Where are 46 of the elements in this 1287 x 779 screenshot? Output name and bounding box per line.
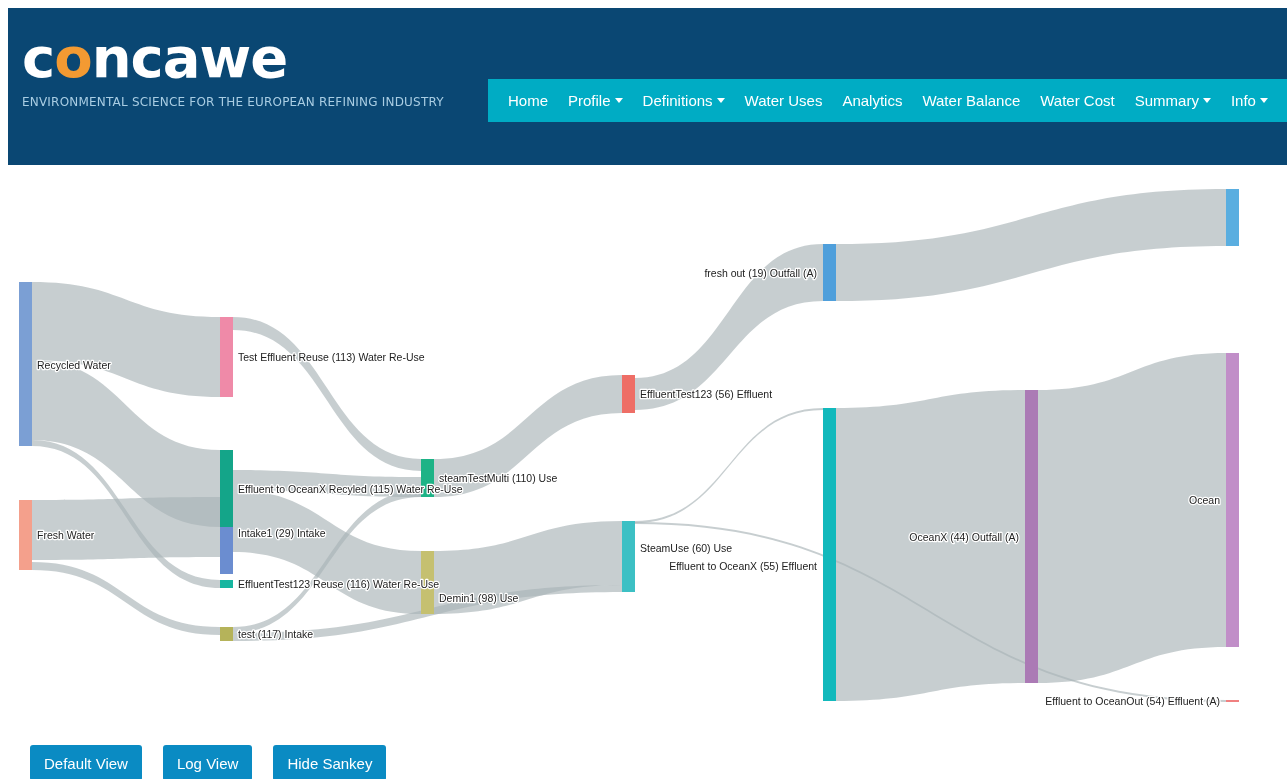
nav-link[interactable]: Analytics [832,92,913,109]
view-button[interactable]: Hide Sankey [273,745,387,779]
node-label: Intake1 (29) Intake [238,527,326,539]
nav-link[interactable]: Profile [558,92,633,109]
node-bar[interactable] [19,500,32,570]
node-label: OceanX (44) Outfall (A) [909,531,1019,543]
node-bar[interactable] [19,282,32,446]
node-bar[interactable] [622,375,635,413]
caret-icon [614,98,623,103]
node-label: Fresh Water [37,529,95,541]
node-label: steamTestMulti (110) Use [439,472,558,484]
node-bar[interactable] [220,627,233,641]
caret-icon [1259,98,1268,103]
node-label: Test Effluent Reuse (113) Water Re-Use [238,351,425,363]
view-button[interactable]: Log View [162,745,253,779]
node-bar[interactable] [622,521,635,592]
nav-link[interactable]: Water Uses [734,92,833,109]
node-bar[interactable] [1226,189,1239,246]
caret-icon [716,98,725,103]
node-label: Recycled Water [37,359,111,371]
nav-link[interactable]: Home [498,92,558,109]
node-bar[interactable] [220,580,233,588]
node-bar[interactable] [220,317,233,397]
nav-link[interactable]: Water Cost [1030,92,1125,109]
nav-link[interactable]: Definitions [632,92,735,109]
node-bar[interactable] [823,244,836,301]
caret-icon [1202,98,1211,103]
logo: concawe [22,30,288,86]
node-label: fresh out (19) Outfall (A) [704,267,817,279]
nav-link[interactable]: Water Balance [912,92,1031,109]
node-bar[interactable] [823,408,836,701]
node-label: EffluentTest123 (56) Effluent [640,388,773,400]
node-label: Effluent to OceanOut (54) Effluent (A) [1045,695,1220,707]
node-bar[interactable] [220,527,233,574]
node-label: Ocean [1189,494,1220,506]
node-bar[interactable] [1025,390,1038,683]
node-label: test (117) Intake [238,628,314,640]
node-label: SteamUse (60) Use [640,542,733,554]
node-label: Effluent to OceanX (55) Effluent [669,560,817,572]
nav-link[interactable]: Summary [1124,92,1221,109]
node-bar[interactable] [1226,353,1239,647]
nav-link[interactable]: Info [1220,92,1278,109]
node-label: Demin1 (98) Use [439,592,519,604]
view-button[interactable]: Default View [30,745,142,779]
tagline: ENVIRONMENTAL SCIENCE FOR THE EUROPEAN REFINING INDUSTRY [22,95,444,109]
node-bar[interactable] [220,450,233,527]
